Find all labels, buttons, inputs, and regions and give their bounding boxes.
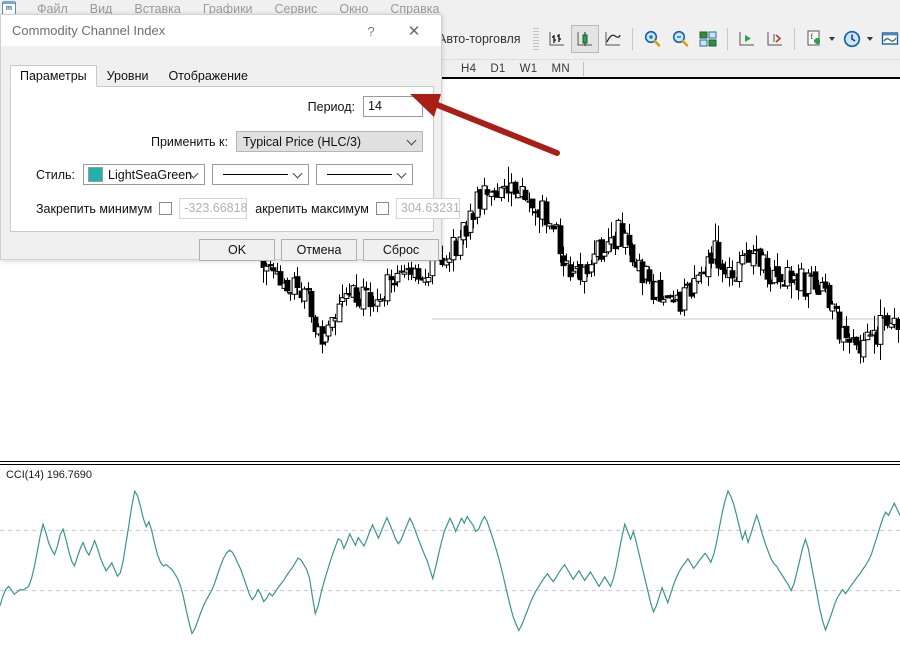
- autotrade-button[interactable]: Авто-торговля: [430, 32, 529, 46]
- apply-to-value: Typical Price (HLC/3): [243, 134, 362, 149]
- tab-levels[interactable]: Уровни: [97, 65, 159, 87]
- period-input[interactable]: 14: [363, 96, 423, 117]
- apply-to-combo[interactable]: Typical Price (HLC/3): [236, 131, 423, 152]
- timeframe-h4[interactable]: H4: [454, 63, 483, 75]
- main-toolbar: Авто-торговля f: [430, 18, 900, 59]
- period-icon[interactable]: [838, 25, 866, 53]
- fix-min-label: Закрепить минимум: [36, 201, 153, 216]
- period-caret-icon[interactable]: [866, 36, 873, 41]
- cci-indicator-pane[interactable]: [0, 466, 900, 655]
- timeframe-w1[interactable]: W1: [513, 63, 545, 75]
- chevron-down-icon: [190, 170, 198, 178]
- cancel-button[interactable]: Отмена: [281, 239, 357, 261]
- fix-min-checkbox[interactable]: [159, 202, 173, 215]
- line-style-combo[interactable]: [212, 164, 310, 185]
- templates-icon[interactable]: [876, 25, 900, 53]
- chevron-down-icon: [398, 170, 406, 178]
- indicator-properties-dialog[interactable]: Commodity Channel Index ? ✕ Параметры Ур…: [0, 14, 460, 261]
- fix-minmax-row: Закрепить минимум -323.66818 акрепить ма…: [36, 198, 460, 219]
- zoom-in-icon[interactable]: [638, 25, 666, 53]
- zoom-out-icon[interactable]: [666, 25, 694, 53]
- cci-indicator-label: CCI(14) 196.7690: [6, 469, 92, 481]
- style-row: Стиль: LightSeaGreen: [36, 164, 414, 185]
- style-color-combo[interactable]: LightSeaGreen: [83, 164, 206, 185]
- style-label: Стиль:: [36, 167, 76, 182]
- chevron-down-icon: [408, 137, 416, 145]
- ok-button[interactable]: OK: [199, 239, 275, 261]
- style-color-name: LightSeaGreen: [108, 167, 193, 182]
- timeframe-d1[interactable]: D1: [483, 63, 512, 75]
- timeframe-mn[interactable]: MN: [544, 63, 577, 75]
- dialog-title: Commodity Channel Index: [12, 23, 166, 38]
- chevron-down-icon: [294, 170, 302, 178]
- apply-to-row: Применить к: Typical Price (HLC/3): [11, 131, 423, 152]
- line-width-combo[interactable]: [316, 164, 414, 185]
- candlestick-chart-icon[interactable]: [570, 24, 599, 53]
- toolbar-grip[interactable]: [532, 27, 539, 50]
- application-root: m Файл Вид Вставка Графики Сервис Окно С…: [0, 0, 900, 655]
- period-row: Период: 14: [11, 96, 423, 117]
- tile-windows-icon[interactable]: [694, 25, 722, 53]
- close-icon[interactable]: ✕: [397, 19, 431, 43]
- period-label: Период:: [307, 99, 355, 114]
- timeframe-bar: H4 D1 W1 MN: [430, 59, 900, 78]
- reset-button[interactable]: Сброс: [363, 239, 439, 261]
- line-width-preview: [327, 174, 393, 175]
- fix-max-label: акрепить максимум: [255, 201, 369, 216]
- svg-text:f: f: [810, 32, 813, 41]
- help-icon[interactable]: ?: [357, 21, 385, 41]
- auto-scroll-icon[interactable]: [733, 25, 761, 53]
- line-style-preview: [223, 174, 289, 175]
- fix-max-checkbox[interactable]: [375, 202, 389, 215]
- chart-shift-icon[interactable]: [761, 25, 789, 53]
- fix-min-input[interactable]: -323.66818: [179, 198, 248, 219]
- line-chart-icon[interactable]: [599, 25, 627, 53]
- apply-to-label: Применить к:: [150, 134, 228, 149]
- bar-chart-icon[interactable]: [543, 25, 571, 53]
- dialog-buttons: OK Отмена Сброс: [1, 239, 443, 261]
- tab-display[interactable]: Отображение: [158, 65, 257, 87]
- dialog-tabs: Параметры Уровни Отображение: [10, 64, 258, 87]
- fix-max-input[interactable]: 304.63231: [395, 198, 460, 219]
- cci-line-chart: [0, 489, 900, 636]
- dialog-body: Период: 14 Применить к: Typical Price (H…: [10, 86, 460, 232]
- cci-series-line: [0, 489, 900, 636]
- indicators-icon[interactable]: f: [800, 25, 828, 53]
- indicators-caret-icon[interactable]: [828, 36, 835, 41]
- tab-parameters[interactable]: Параметры: [10, 65, 97, 87]
- color-swatch: [88, 167, 104, 182]
